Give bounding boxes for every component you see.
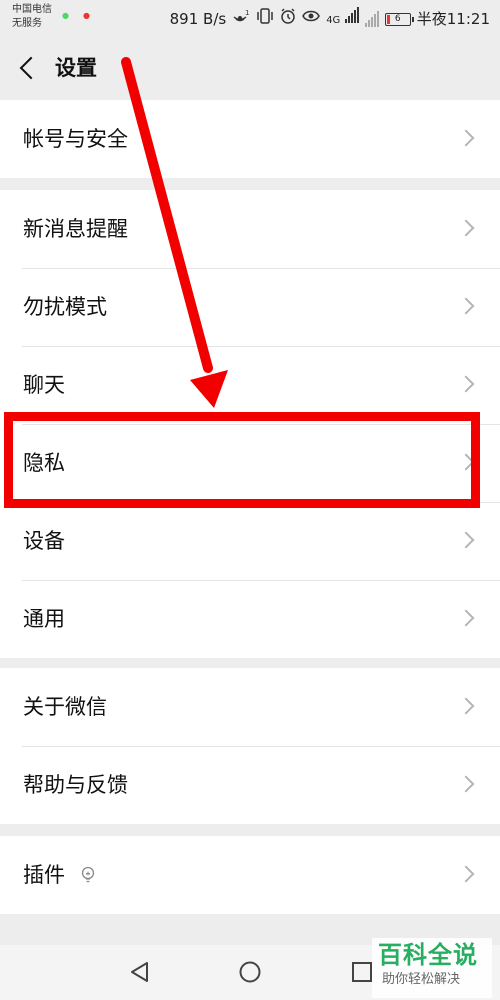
settings-item-label: 关于微信 (23, 695, 107, 719)
chevron-right-icon (457, 129, 475, 147)
chevron-left-icon (19, 56, 43, 80)
net-speed: 891 B/s (169, 10, 227, 28)
settings-item-privacy[interactable]: 隐私 (0, 424, 500, 502)
settings-item-label: 设备 (23, 529, 65, 553)
svg-text:1: 1 (245, 9, 249, 17)
settings-item-label: 新消息提醒 (23, 217, 128, 241)
alarm-icon (280, 8, 296, 30)
chevron-right-icon (457, 531, 475, 549)
chevron-right-icon (457, 697, 475, 715)
signal-icon (364, 11, 379, 27)
settings-group-general: 新消息提醒 勿扰模式 聊天 隐私 设备 通用 (0, 190, 500, 658)
chevron-right-icon (457, 297, 475, 315)
status-bar: 中国电信 无服务 ● ● 891 B/s 1 4G 6 半夜11:21 (0, 0, 500, 36)
notification-dots: ● ● (62, 11, 90, 21)
circle-home-icon[interactable] (238, 960, 262, 984)
vibrate-icon (256, 8, 274, 30)
chevron-right-icon (457, 375, 475, 393)
signal-4g-icon: 4G (326, 7, 359, 31)
watermark-title: 百科全说 (378, 941, 478, 969)
clock: 半夜11:21 (416, 10, 490, 28)
chevron-right-icon (457, 865, 475, 883)
battery-level: 6 (394, 14, 401, 24)
settings-item-help-feedback[interactable]: 帮助与反馈 (0, 746, 500, 824)
settings-item-label: 插件 (23, 863, 65, 887)
settings-item-label: 勿扰模式 (23, 295, 107, 319)
back-button[interactable] (12, 50, 44, 86)
carrier-info: 中国电信 无服务 (12, 3, 52, 31)
watermark: 百科全说 助你轻松解决 (372, 938, 492, 998)
settings-item-label: 通用 (23, 607, 65, 631)
status-icons: 891 B/s 1 4G 6 半夜11:21 (170, 7, 490, 31)
settings-group-account: 帐号与安全 (0, 100, 500, 178)
settings-item-chat[interactable]: 聊天 (0, 346, 500, 424)
settings-item-label: 聊天 (23, 373, 65, 397)
settings-item-new-message-alerts[interactable]: 新消息提醒 (0, 190, 500, 268)
lightbulb-icon (81, 866, 95, 883)
settings-item-label: 帐号与安全 (23, 127, 128, 151)
hotspot-icon: 1 (232, 8, 250, 30)
carrier-service: 无服务 (12, 18, 42, 29)
network-label: 4G (326, 15, 341, 26)
wechat-settings-screen: 中国电信 无服务 ● ● 891 B/s 1 4G 6 半夜11:21 设置 帐… (0, 0, 500, 1000)
watermark-subtitle: 助你轻松解决 (382, 972, 461, 987)
header: 设置 (0, 36, 500, 100)
battery-icon: 6 (384, 12, 414, 26)
square-recent-icon[interactable] (350, 960, 374, 984)
settings-item-label: 帮助与反馈 (23, 773, 128, 797)
green-dot-icon: ● (62, 11, 69, 20)
chevron-right-icon (457, 775, 475, 793)
page-title: 设置 (55, 56, 97, 80)
settings-item-devices[interactable]: 设备 (0, 502, 500, 580)
triangle-back-icon[interactable] (128, 960, 152, 984)
settings-item-label: 隐私 (23, 451, 65, 475)
carrier-name: 中国电信 (12, 4, 52, 15)
settings-item-account-security[interactable]: 帐号与安全 (0, 100, 500, 178)
settings-item-general[interactable]: 通用 (0, 580, 500, 658)
eye-icon (302, 9, 321, 29)
chevron-right-icon (457, 453, 475, 471)
settings-group-plugins: 插件 (0, 836, 500, 914)
settings-item-plugins[interactable]: 插件 (0, 836, 500, 914)
red-dot-icon: ● (82, 11, 90, 20)
settings-item-do-not-disturb[interactable]: 勿扰模式 (0, 268, 500, 346)
settings-item-about-wechat[interactable]: 关于微信 (0, 668, 500, 746)
settings-group-about: 关于微信 帮助与反馈 (0, 668, 500, 824)
chevron-right-icon (457, 609, 475, 627)
chevron-right-icon (457, 219, 475, 237)
